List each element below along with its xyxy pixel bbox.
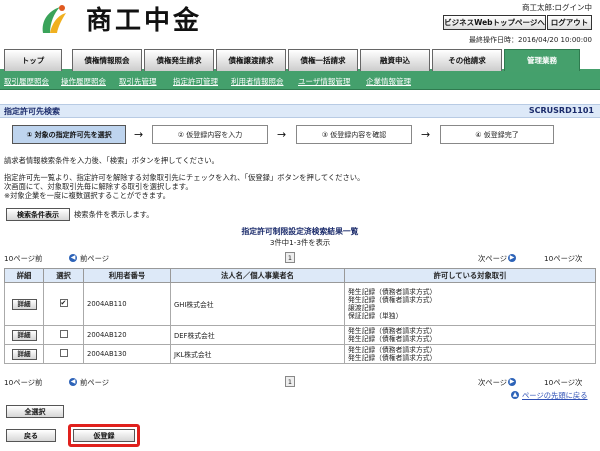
user-number: 2004AB110 [83, 282, 171, 326]
step-input: ② 仮登録内容を入力 [152, 125, 268, 144]
results-title: 指定許可制限設定済検索結果一覧 [241, 227, 359, 236]
permit-item: 発生記録（債務者請求方式） [348, 327, 437, 335]
back-button[interactable]: 戻る [6, 429, 56, 442]
table-row: 詳細 2004AB110 GHI株式会社 発生記録（債務者請求方式） 発生記録（… [4, 282, 596, 326]
next-10-pages-label: 10ページ次 [544, 378, 583, 387]
prev-page-label: 前ページ [80, 378, 110, 387]
sub-navigation: 取引履歴照会 操作履歴照会 取引先管理 指定許可管理 利用者情報照会 ユーザ情報… [0, 72, 600, 90]
select-checkbox[interactable] [59, 349, 68, 357]
permit-item: 保証記録（単独） [348, 312, 403, 320]
user-number: 2004AB120 [83, 325, 171, 345]
arrow-right-icon: → [421, 128, 431, 141]
results-table: 詳細 選択 利用者番号 法人名／個人事業者名 許可している対象取引 詳細 200… [4, 268, 596, 364]
select-checkbox[interactable] [59, 330, 68, 338]
page-title: 指定許可先検索 [4, 107, 60, 116]
permitted-transactions: 発生記録（債務者請求方式） 発生記録（債権者請求方式） [344, 344, 596, 364]
permit-item: 譲渡記録 [348, 304, 376, 312]
logo-text: 商工中金 [86, 6, 203, 36]
tab-bond-transfer[interactable]: 債権譲渡請求 [216, 49, 286, 71]
permit-item: 発生記録（債権者請求方式） [348, 354, 437, 362]
select-checkbox[interactable] [59, 299, 68, 307]
main-tab-bar: トップ 債権情報照会 債権発生請求 債権譲渡請求 債権一括請求 融資申込 その他… [0, 45, 600, 72]
show-search-conditions-button[interactable]: 検索条件表示 [6, 208, 70, 221]
step-complete: ④ 仮登録完了 [440, 125, 554, 144]
step-select-target: ① 対象の指定許可先を選択 [12, 125, 126, 144]
permit-item: 発生記録（債権者請求方式） [348, 335, 437, 343]
detail-button[interactable]: 詳細 [11, 329, 37, 341]
tab-bond-inquiry[interactable]: 債権情報照会 [72, 49, 142, 71]
next-page-icon[interactable]: ▶ [508, 378, 516, 386]
last-login-time: 最終操作日時：2016/04/20 10:00:00 [468, 36, 592, 44]
screen-id: SCRUSRD1101 [528, 106, 594, 115]
subnav-permission-management[interactable]: 指定許可管理 [173, 76, 218, 87]
table-row: 詳細 2004AB130 JKL株式会社 発生記録（債務者請求方式） 発生記録（… [4, 344, 596, 364]
col-user-number: 利用者番号 [83, 268, 171, 283]
table-row: 詳細 2004AB120 DEF株式会社 発生記録（債務者請求方式） 発生記録（… [4, 325, 596, 345]
company-name: GHI株式会社 [170, 282, 345, 326]
permitted-transactions: 発生記録（債務者請求方式） 発生記録（債権者請求方式） [344, 325, 596, 345]
tab-admin[interactable]: 管理業務 [504, 49, 580, 71]
select-all-button[interactable]: 全選択 [6, 405, 64, 418]
subnav-transaction-history[interactable]: 取引履歴照会 [4, 76, 49, 87]
search-note: 検索条件を表示します。 [74, 210, 154, 219]
company-name: DEF株式会社 [170, 325, 345, 345]
next-page-label: 次ページ [478, 378, 508, 387]
prev-10-pages-label: 10ページ前 [4, 378, 43, 387]
subnav-partner-management[interactable]: 取引先管理 [119, 76, 157, 87]
subnav-company-info-management[interactable]: 企業情報管理 [366, 76, 411, 87]
results-count: 3件中1-3件を表示 [269, 238, 331, 247]
col-select: 選択 [43, 268, 84, 283]
permit-item: 発生記録（債務者請求方式） [348, 346, 437, 354]
subnav-operation-history[interactable]: 操作履歴照会 [61, 76, 106, 87]
next-10-pages-label: 10ページ次 [544, 254, 583, 263]
prev-page-icon[interactable]: ◀ [69, 378, 77, 386]
prev-10-pages-label: 10ページ前 [4, 254, 43, 263]
page-number[interactable]: 1 [285, 376, 295, 387]
arrow-right-icon: → [277, 128, 287, 141]
col-company-name: 法人名／個人事業者名 [170, 268, 345, 283]
permit-item: 発生記録（債権者請求方式） [348, 296, 437, 304]
subnav-user-info-inquiry[interactable]: 利用者情報照会 [231, 76, 284, 87]
permitted-transactions: 発生記録（債務者請求方式） 発生記録（債権者請求方式） 譲渡記録 保証記録（単独… [344, 282, 596, 326]
user-name: 商工太郎:ログイン中 [521, 3, 592, 12]
col-permitted-transactions: 許可している対象取引 [344, 268, 596, 283]
page-title-bar [0, 104, 600, 118]
tab-loan[interactable]: 融資申込 [360, 49, 430, 71]
page-top-icon[interactable]: ▲ [511, 391, 519, 399]
instruction-line-4: ※対象企業を一度に複数選択することができます。 [4, 191, 170, 200]
table-header-row: 詳細 選択 利用者番号 法人名／個人事業者名 許可している対象取引 [4, 268, 596, 283]
step-confirm: ③ 仮登録内容を確認 [296, 125, 412, 144]
next-page-icon[interactable]: ▶ [508, 254, 516, 262]
logout-button[interactable]: ログアウト [547, 15, 592, 30]
instruction-line-1: 請求者情報検索条件を入力後、「検索」ボタンを押してください。 [4, 156, 219, 165]
biz-web-top-button[interactable]: ビジネスWebトップページへ [443, 15, 546, 30]
detail-button[interactable]: 詳細 [11, 348, 37, 360]
tab-other[interactable]: その他請求 [432, 49, 502, 71]
col-detail: 詳細 [4, 268, 44, 283]
prev-page-label: 前ページ [80, 254, 110, 263]
subnav-user-info-management[interactable]: ユーザ情報管理 [298, 76, 350, 87]
arrow-right-icon: → [134, 128, 144, 141]
permit-item: 発生記録（債務者請求方式） [348, 288, 437, 296]
company-name: JKL株式会社 [170, 344, 345, 364]
highlight-box [68, 424, 140, 447]
back-to-top-link[interactable]: ページの先頭に戻る [522, 391, 588, 401]
tab-top[interactable]: トップ [4, 49, 62, 71]
detail-button[interactable]: 詳細 [11, 298, 37, 310]
logo-icon [42, 5, 66, 33]
tab-bond-issue[interactable]: 債権発生請求 [144, 49, 214, 71]
user-number: 2004AB130 [83, 344, 171, 364]
prev-page-icon[interactable]: ◀ [69, 254, 77, 262]
next-page-label: 次ページ [478, 254, 508, 263]
page-number[interactable]: 1 [285, 252, 295, 263]
tab-bulk-request[interactable]: 債権一括請求 [288, 49, 358, 71]
